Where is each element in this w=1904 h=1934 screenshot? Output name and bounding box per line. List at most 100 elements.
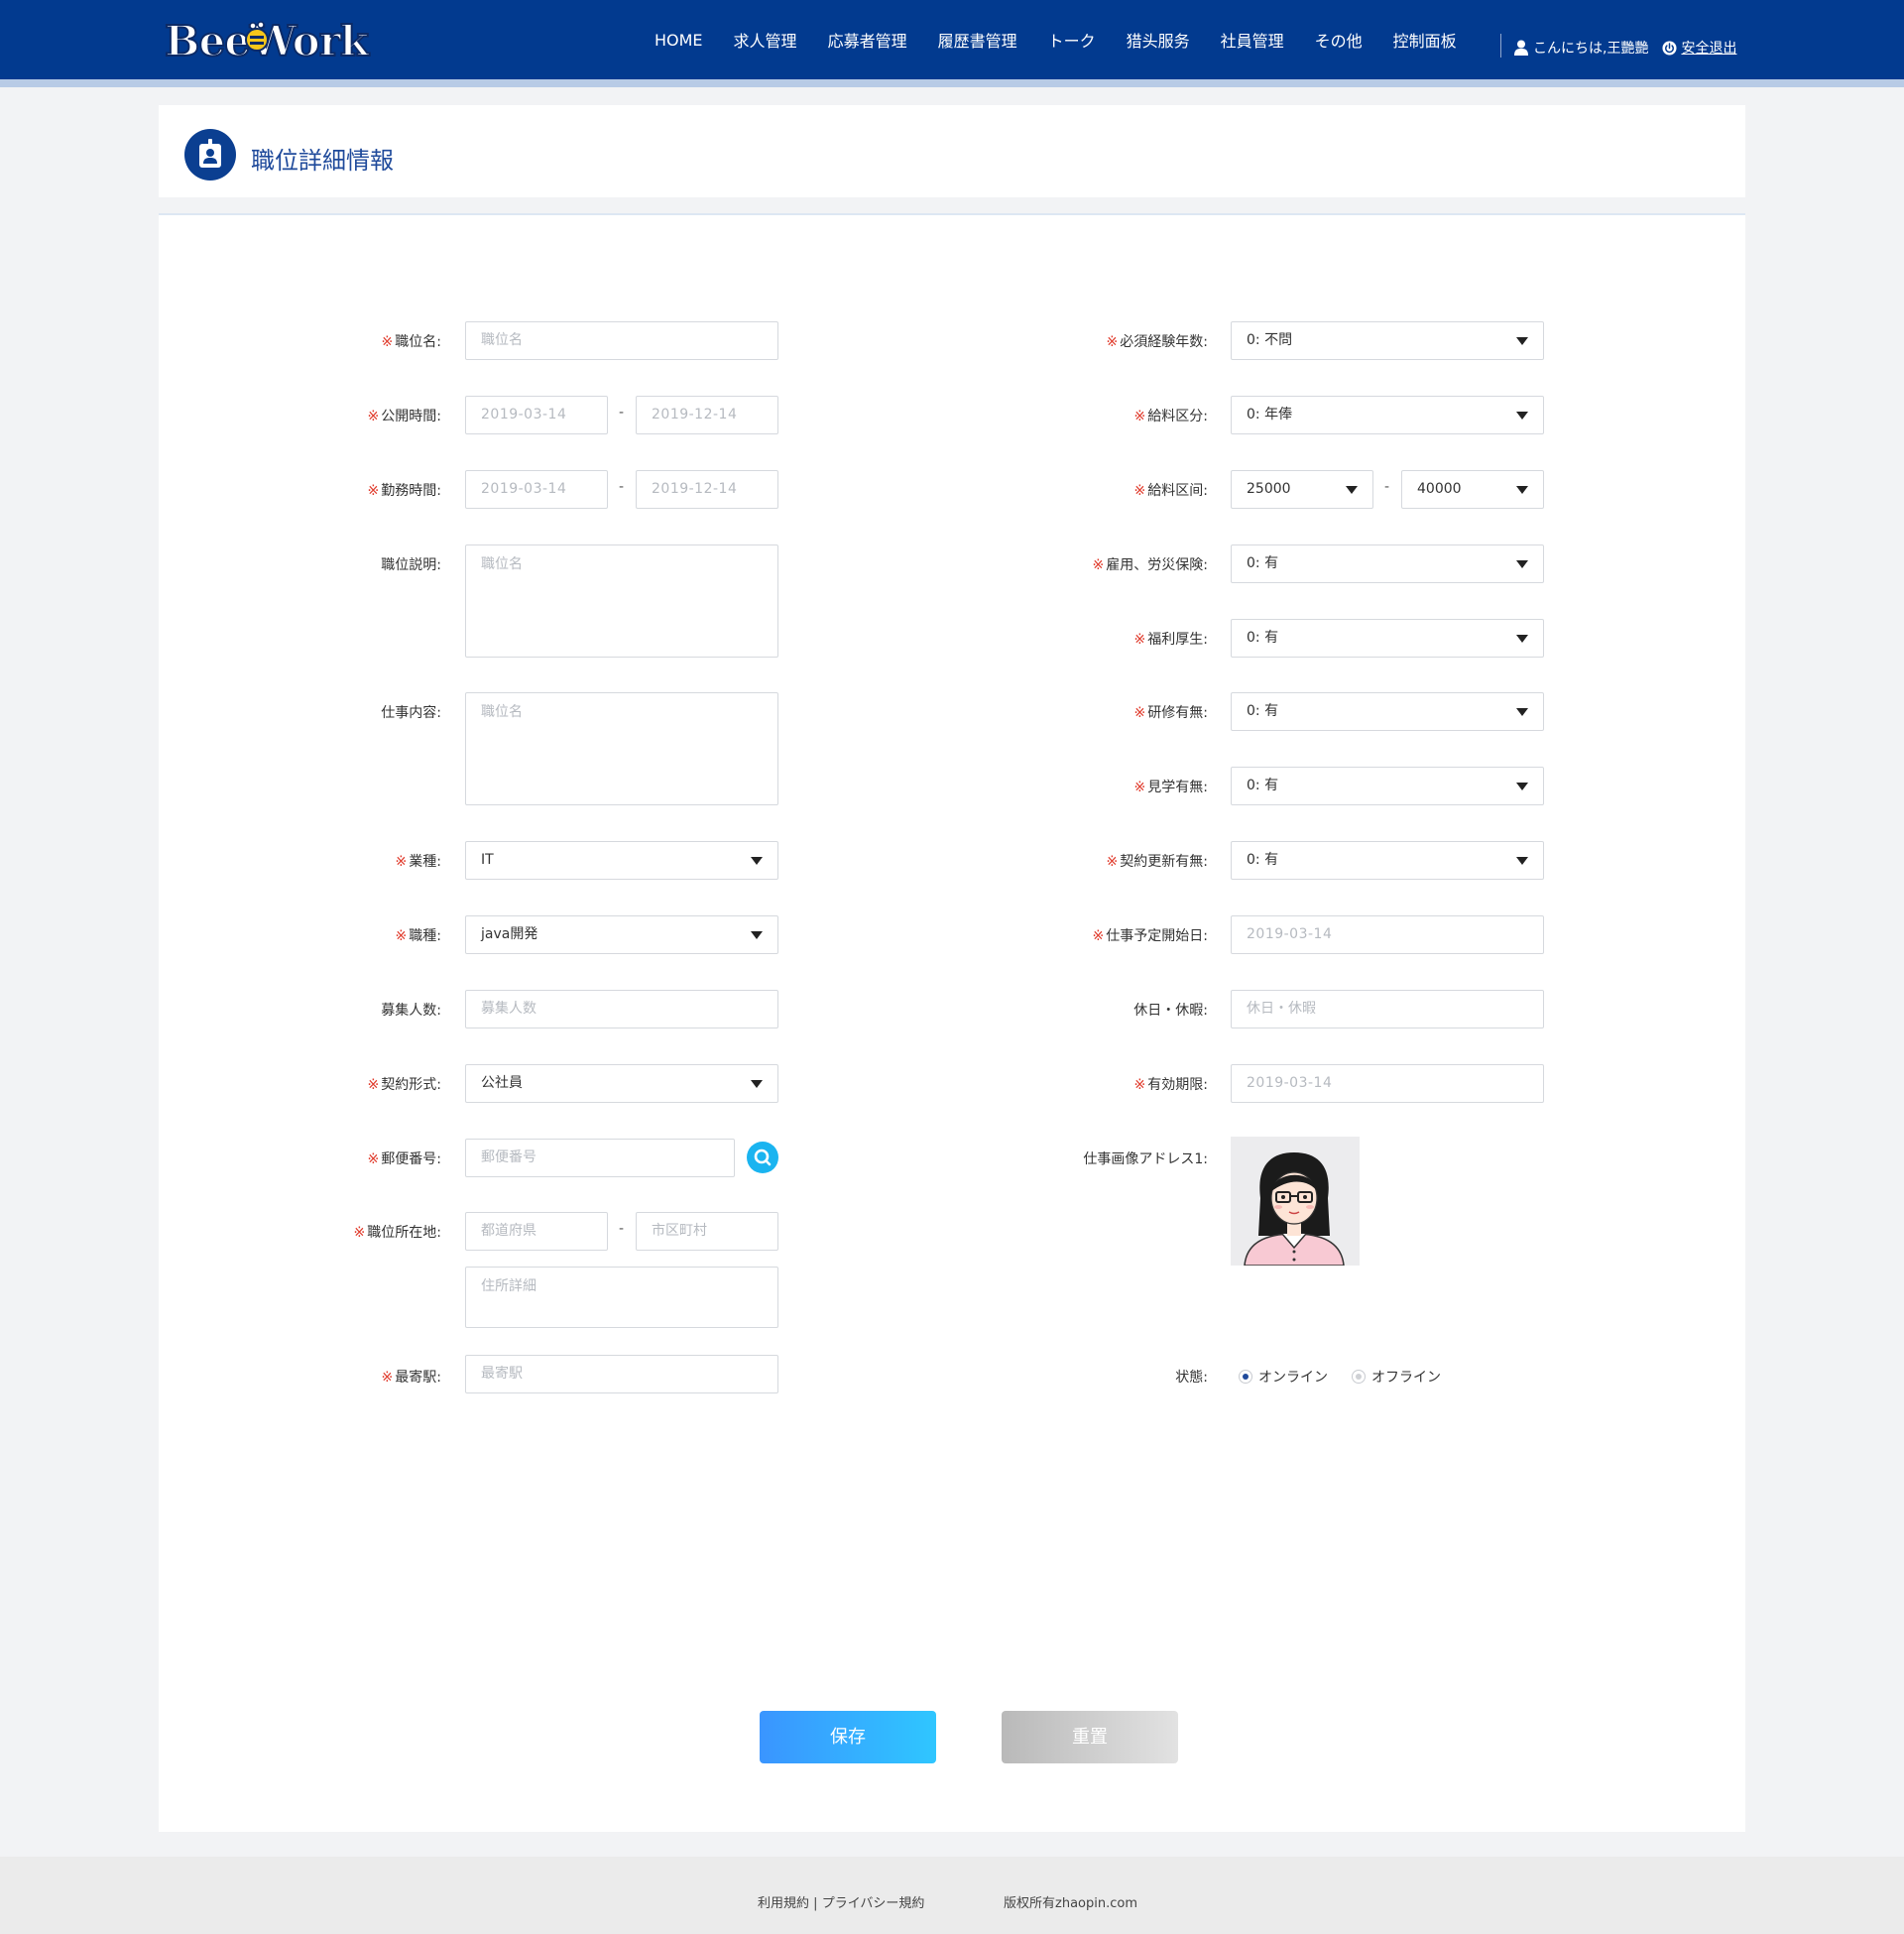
status-radio-group: オンライン オフライン [1239, 1367, 1465, 1387]
status-label: 状態: [1175, 1370, 1208, 1386]
work-end-date[interactable]: 2019-12-14 [636, 470, 778, 509]
prefecture-input[interactable]: 都道府県 [465, 1212, 608, 1251]
range-separator: - [1384, 479, 1390, 495]
copyright-text: 版权所有zhaopin.com [1004, 1896, 1137, 1911]
contract-type-select[interactable]: 公社員 [465, 1064, 778, 1103]
job-image-label: 仕事画像アドレス1: [1083, 1151, 1208, 1167]
chevron-down-icon [1516, 337, 1528, 345]
reset-button[interactable]: 重置 [1002, 1711, 1178, 1763]
nav-home[interactable]: HOME [654, 31, 703, 50]
job-description-textarea[interactable]: 職位名 [465, 544, 778, 658]
welfare-select[interactable]: 0: 有 [1231, 619, 1544, 658]
chevron-down-icon [1516, 412, 1528, 420]
status-online-radio[interactable]: オンライン [1239, 1367, 1328, 1387]
city-input[interactable]: 市区町村 [636, 1212, 778, 1251]
postal-code-input[interactable]: 郵便番号 [465, 1139, 735, 1177]
user-area: こんにちは,王艷艷 安全退出 [1514, 38, 1736, 58]
chevron-down-icon [751, 1080, 763, 1088]
insurance-label: ※ 雇用、労災保険: [1092, 557, 1208, 573]
nav-resume-management[interactable]: 履歴書管理 [938, 28, 1017, 52]
job-name-input[interactable]: 職位名 [465, 321, 778, 360]
postal-search-button[interactable] [747, 1142, 778, 1173]
nav-divider [1500, 34, 1501, 58]
nearest-station-label: ※ 最寄駅: [381, 1370, 441, 1386]
expiry-label: ※ 有効期限: [1133, 1077, 1208, 1093]
user-icon [1514, 40, 1528, 56]
publish-start-date[interactable]: 2019-03-14 [465, 396, 608, 434]
nav-headhunter-service[interactable]: 猎头服务 [1127, 28, 1190, 52]
save-button[interactable]: 保存 [760, 1711, 936, 1763]
training-label: ※ 研修有無: [1133, 705, 1208, 721]
job-name-label: ※ 職位名: [381, 334, 441, 350]
work-time-label: ※ 勤務時間: [367, 483, 441, 499]
chevron-down-icon [1516, 560, 1528, 568]
job-content-textarea[interactable]: 職位名 [465, 692, 778, 805]
status-offline-label: オフライン [1371, 1370, 1441, 1386]
nav-employee-management[interactable]: 社員管理 [1221, 28, 1284, 52]
start-date-label: ※ 仕事予定開始日: [1092, 928, 1208, 944]
chevron-down-icon [751, 931, 763, 939]
salary-range-label: ※ 給料区间: [1133, 483, 1208, 499]
logout-link[interactable]: 安全退出 [1662, 38, 1736, 58]
nav-talk[interactable]: トーク [1048, 28, 1096, 52]
holidays-input[interactable]: 休日・休暇 [1231, 990, 1544, 1028]
privacy-link[interactable]: プライバシー規約 [822, 1896, 925, 1911]
occupation-select[interactable]: java開発 [465, 915, 778, 954]
chevron-down-icon [1516, 857, 1528, 865]
recruit-count-input[interactable]: 募集人数 [465, 990, 778, 1028]
search-icon [754, 1148, 772, 1166]
industry-label: ※ 業種: [395, 854, 441, 870]
insurance-select[interactable]: 0: 有 [1231, 544, 1544, 583]
footer-separator: | [813, 1896, 818, 1911]
nav-applicant-management[interactable]: 応募者管理 [828, 28, 907, 52]
tour-select[interactable]: 0: 有 [1231, 767, 1544, 805]
renewal-select[interactable]: 0: 有 [1231, 841, 1544, 880]
logout-label: 安全退出 [1681, 41, 1737, 57]
start-date-input[interactable]: 2019-03-14 [1231, 915, 1544, 954]
publish-end-date[interactable]: 2019-12-14 [636, 396, 778, 434]
terms-link[interactable]: 利用規約 [758, 1896, 809, 1911]
salary-type-select[interactable]: 0: 年俸 [1231, 396, 1544, 434]
experience-select[interactable]: 0: 不問 [1231, 321, 1544, 360]
location-label: ※ 職位所在地: [353, 1225, 441, 1241]
welfare-label: ※ 福利厚生: [1133, 632, 1208, 648]
chevron-down-icon [1516, 783, 1528, 790]
job-image[interactable] [1231, 1137, 1360, 1266]
training-select[interactable]: 0: 有 [1231, 692, 1544, 731]
industry-select[interactable]: IT [465, 841, 778, 880]
range-separator: - [619, 479, 625, 495]
address-detail-textarea[interactable]: 住所詳細 [465, 1267, 778, 1328]
status-offline-radio[interactable]: オフライン [1352, 1367, 1441, 1387]
expiry-input[interactable]: 2019-03-14 [1231, 1064, 1544, 1103]
header-accent-strip [0, 79, 1904, 87]
footer-links: 利用規約 | プライバシー規約 [758, 1892, 924, 1911]
status-online-label: オンライン [1258, 1370, 1328, 1386]
main-nav: HOME 求人管理 応募者管理 履歴書管理 トーク 猎头服务 社員管理 その他 … [654, 0, 1488, 79]
chevron-down-icon [1516, 635, 1528, 643]
job-content-label: 仕事内容: [381, 705, 441, 721]
beework-logo[interactable]: BeeWork [163, 12, 413, 67]
renewal-label: ※ 契約更新有無: [1106, 854, 1208, 870]
nearest-station-input[interactable]: 最寄駅 [465, 1355, 778, 1393]
salary-max-select[interactable]: 40000 [1401, 470, 1544, 509]
recruit-count-label: 募集人数: [381, 1003, 441, 1019]
holidays-label: 休日・休暇: [1133, 1003, 1208, 1019]
page-title-card: 職位詳細情報 [159, 105, 1745, 197]
occupation-label: ※ 職種: [395, 928, 441, 944]
salary-min-select[interactable]: 25000 [1231, 470, 1373, 509]
chevron-down-icon [1346, 486, 1358, 494]
radio-unchecked-icon [1352, 1370, 1366, 1384]
nav-job-management[interactable]: 求人管理 [734, 28, 797, 52]
publish-time-label: ※ 公開時間: [367, 409, 441, 424]
contract-type-label: ※ 契約形式: [367, 1077, 441, 1093]
nav-control-panel[interactable]: 控制面板 [1393, 28, 1457, 52]
postal-code-label: ※ 郵便番号: [367, 1151, 441, 1167]
footer [0, 1857, 1904, 1934]
experience-label: ※ 必須経験年数: [1106, 334, 1208, 350]
work-start-date[interactable]: 2019-03-14 [465, 470, 608, 509]
chevron-down-icon [1516, 486, 1528, 494]
chevron-down-icon [1516, 708, 1528, 716]
job-badge-icon [184, 129, 236, 181]
nav-other[interactable]: その他 [1315, 28, 1363, 52]
job-description-label: 職位説明: [381, 557, 441, 573]
